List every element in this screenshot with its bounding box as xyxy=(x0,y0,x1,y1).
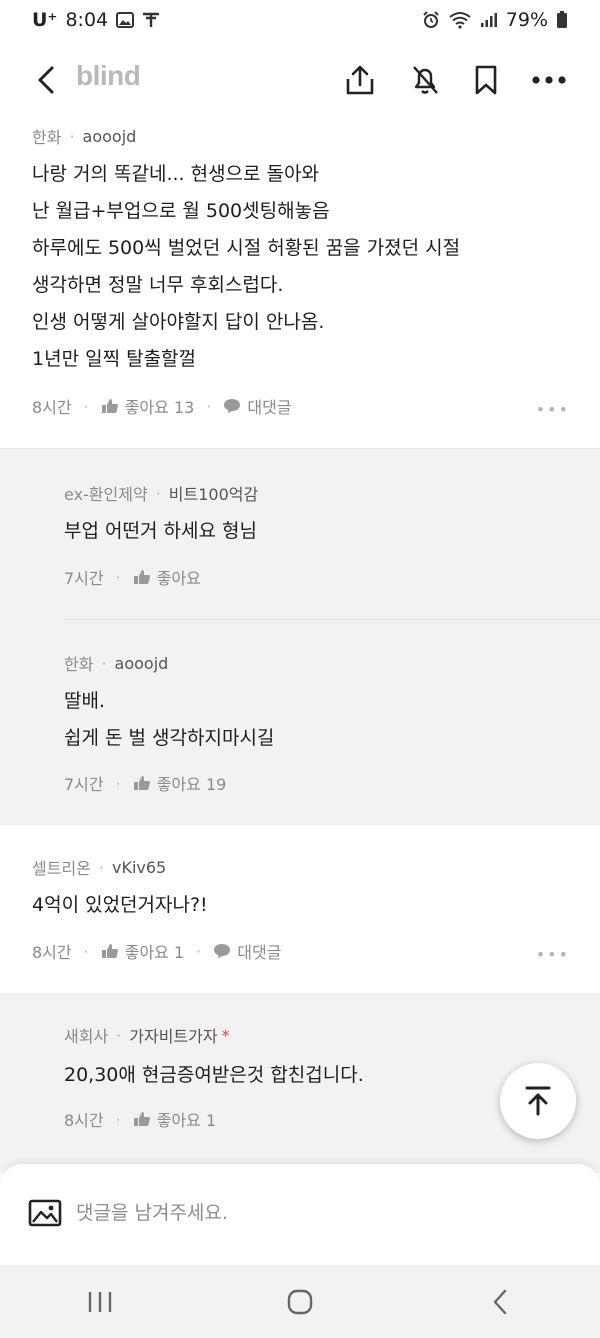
reply-thread: ex-환인제약 · 비트100억감 부업 어떤거 하세요 형님 7시간 · 좋아… xyxy=(0,448,600,825)
reply-nickname[interactable]: 비트100억감 xyxy=(169,481,258,505)
reply-button[interactable]: 대댓글 xyxy=(213,939,281,963)
thumbs-up-icon xyxy=(133,570,150,584)
reply-company: 새회사 xyxy=(64,1027,109,1046)
comment-time: 8시간 xyxy=(32,943,72,962)
like-count: 좋아요 1 xyxy=(124,943,185,962)
chevron-left-icon xyxy=(493,1289,507,1314)
like-count: 좋아요 1 xyxy=(156,1111,217,1130)
comment: 한화 · aooojd 나랑 거의 똑같네... 현생으로 돌아와 난 월급+부… xyxy=(0,118,600,448)
recent-apps-icon xyxy=(88,1291,112,1312)
battery-icon xyxy=(556,11,568,29)
reply-button[interactable]: 대댓글 xyxy=(223,394,292,418)
reply-time: 8시간 xyxy=(64,1111,104,1130)
speech-bubble-icon xyxy=(224,399,241,414)
like-count: 좋아요 13 xyxy=(124,398,195,417)
comment-line: 하루에도 500씩 벌었던 시절 허황된 꿈을 가졌던 시절 xyxy=(32,237,461,259)
comment-company: 한화 xyxy=(32,128,62,147)
comment-input[interactable] xyxy=(76,1196,556,1230)
comment-nickname[interactable]: aooojd xyxy=(83,127,137,146)
reply-label: 대댓글 xyxy=(237,943,282,962)
reply-line: 딸배. xyxy=(64,690,105,712)
like-button[interactable]: 좋아요 1 xyxy=(133,1107,216,1131)
comment-company: 셀트리온 xyxy=(32,859,91,878)
comment-more-icon[interactable]: ••• xyxy=(536,400,570,419)
thumbs-up-icon xyxy=(133,1112,150,1126)
author-mark: * xyxy=(221,1025,230,1045)
system-nav-bar xyxy=(0,1265,600,1338)
reply-nickname[interactable]: 가자비트가자 xyxy=(129,1023,217,1047)
app-logo[interactable]: blind xyxy=(76,60,141,92)
like-button[interactable]: 좋아요 xyxy=(133,565,201,589)
back-button[interactable] xyxy=(26,60,66,100)
app-header: blind xyxy=(0,40,600,118)
bookmark-icon xyxy=(475,65,497,95)
speech-bubble-icon xyxy=(214,944,231,959)
reply-time: 7시간 xyxy=(64,569,104,588)
thumbs-up-icon xyxy=(101,944,118,958)
attach-image-button[interactable] xyxy=(28,1198,62,1228)
reply-line: 쉽게 돈 벌 생각하지마시길 xyxy=(64,727,275,749)
system-back-button[interactable] xyxy=(450,1272,550,1332)
more-icon xyxy=(532,76,566,84)
home-button[interactable] xyxy=(250,1272,350,1332)
comment-time: 8시간 xyxy=(32,398,72,417)
comment: 셀트리온 · vKiv65 4억이 있었던거자나?! 8시간 · 좋아요 1 ·… xyxy=(0,825,600,993)
comment-more-icon[interactable]: ••• xyxy=(536,945,570,964)
image-icon xyxy=(28,1199,62,1227)
reply-line: 20,30애 현금증여받은것 합친겁니다. xyxy=(64,1064,364,1086)
reply-company: ex-환인제약 xyxy=(64,485,148,504)
notification-off-icon xyxy=(413,66,438,94)
thumbs-up-icon xyxy=(101,399,118,413)
battery-percent: 79% xyxy=(505,9,548,31)
like-button[interactable]: 좋아요 13 xyxy=(101,394,195,418)
reply-body: 딸배. 쉽게 돈 벌 생각하지마시길 xyxy=(64,683,274,757)
like-count: 좋아요 19 xyxy=(156,775,227,794)
share-button[interactable] xyxy=(340,60,380,100)
thumbs-up-icon xyxy=(133,776,150,790)
reply-label: 대댓글 xyxy=(247,398,292,417)
comment-nickname[interactable]: vKiv65 xyxy=(112,858,166,877)
reply-body: 부업 어떤거 하세요 형님 xyxy=(64,513,257,550)
comment-line: 1년만 일찍 탈출할껄 xyxy=(32,348,197,370)
comment-body: 나랑 거의 똑같네... 현생으로 돌아와 난 월급+부업으로 월 500셋팅해… xyxy=(32,156,460,378)
scroll-to-top-button[interactable] xyxy=(500,1063,576,1139)
comment-input-bar xyxy=(0,1163,600,1265)
reply-divider xyxy=(64,619,600,620)
meta-separator: · xyxy=(69,126,75,146)
reply-time: 7시간 xyxy=(64,775,104,794)
like-count: 좋아요 xyxy=(156,569,201,588)
back-icon xyxy=(38,66,54,94)
reply-body: 20,30애 현금증여받은것 합친겁니다. xyxy=(64,1057,364,1094)
comment-line: 난 월급+부업으로 월 500셋팅해놓음 xyxy=(32,200,330,222)
home-icon xyxy=(287,1289,313,1314)
reply-nickname[interactable]: aooojd xyxy=(115,654,169,673)
alarm-icon xyxy=(422,11,440,29)
share-icon xyxy=(346,65,374,95)
clock: 8:04 xyxy=(65,9,109,31)
recent-apps-button[interactable] xyxy=(50,1272,150,1332)
notification-toggle-button[interactable] xyxy=(405,60,445,100)
signal-icon xyxy=(480,12,498,28)
reply-company: 한화 xyxy=(64,655,94,674)
gallery-icon xyxy=(116,12,135,28)
status-bar: U⁺ 8:04 79% xyxy=(0,0,600,40)
comment-line: 나랑 거의 똑같네... 현생으로 돌아와 xyxy=(32,163,319,185)
bookmark-button[interactable] xyxy=(466,60,506,100)
reply-line: 부업 어떤거 하세요 형님 xyxy=(64,520,257,542)
arrow-up-icon xyxy=(525,1086,551,1116)
like-button[interactable]: 좋아요 1 xyxy=(101,939,184,963)
carrier-label: U⁺ xyxy=(32,9,58,31)
like-button[interactable]: 좋아요 19 xyxy=(133,771,227,795)
tmap-icon xyxy=(142,12,160,28)
comment-line: 4억이 있었던거자나?! xyxy=(32,894,208,916)
comment-line: 생각하면 정말 너무 후회스럽다. xyxy=(32,274,284,296)
wifi-icon xyxy=(448,11,472,29)
comment-line: 인생 어떻게 살아야할지 답이 안나옴. xyxy=(32,311,325,333)
more-button[interactable] xyxy=(529,60,569,100)
comment-body: 4억이 있었던거자나?! xyxy=(32,887,208,924)
